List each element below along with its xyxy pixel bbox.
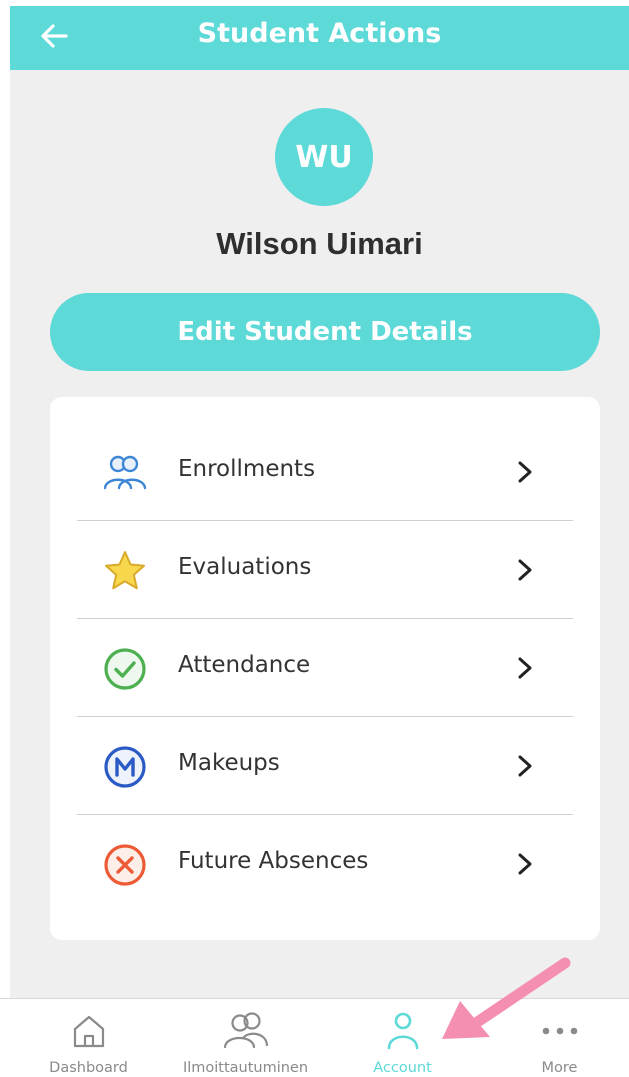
x-circle-icon — [101, 841, 149, 889]
tab-dashboard[interactable]: Dashboard — [10, 999, 167, 1077]
chevron-right-icon — [518, 461, 532, 483]
actions-card: Enrollments Evaluations Attendance Makeu… — [50, 397, 600, 940]
chevron-right-icon — [518, 657, 532, 679]
person-icon — [324, 1011, 481, 1051]
tab-label: Ilmoittautuminen — [182, 1060, 309, 1076]
back-button[interactable] — [32, 16, 76, 56]
arrow-left-icon — [41, 24, 68, 48]
chevron-right-icon — [518, 755, 532, 777]
home-icon — [10, 1011, 167, 1051]
action-label: Makeups — [178, 750, 280, 776]
check-circle-icon — [101, 645, 149, 693]
action-label: Future Absences — [178, 848, 369, 874]
action-item-future-absences[interactable]: Future Absences — [77, 815, 573, 913]
action-item-evaluations[interactable]: Evaluations — [77, 521, 573, 619]
tab-account[interactable]: Account — [324, 999, 481, 1077]
action-label: Enrollments — [178, 456, 316, 482]
chevron-right-icon — [518, 853, 532, 875]
action-label: Attendance — [178, 652, 311, 678]
page-title: Student Actions — [197, 18, 442, 49]
top-header: Student Actions — [10, 6, 629, 70]
action-label: Evaluations — [178, 554, 312, 580]
student-name: Wilson Uimari — [216, 226, 423, 261]
tab-ilmoittautuminen[interactable]: Ilmoittautuminen — [167, 999, 324, 1077]
student-actions-page: Student Actions WU Wilson Uimari Edit St… — [10, 6, 629, 998]
people-icon — [167, 1011, 324, 1051]
tab-label: More — [541, 1060, 578, 1076]
bottom-tab-bar: Dashboard Ilmoittautuminen Account More — [0, 998, 629, 1077]
action-item-enrollments[interactable]: Enrollments — [77, 423, 573, 521]
people-icon — [101, 449, 149, 497]
action-item-attendance[interactable]: Attendance — [77, 619, 573, 717]
action-item-makeups[interactable]: Makeups — [77, 717, 573, 815]
tab-more[interactable]: More — [481, 999, 629, 1077]
chevron-right-icon — [518, 559, 532, 581]
edit-student-details-button[interactable]: Edit Student Details — [50, 293, 600, 371]
avatar: WU — [275, 108, 373, 206]
more-dots-icon — [481, 1011, 629, 1051]
app-screen: Student Actions WU Wilson Uimari Edit St… — [0, 0, 629, 1077]
tab-label: Account — [373, 1060, 432, 1076]
m-circle-icon — [101, 743, 149, 791]
tab-label: Dashboard — [49, 1060, 128, 1076]
star-icon — [101, 547, 149, 595]
